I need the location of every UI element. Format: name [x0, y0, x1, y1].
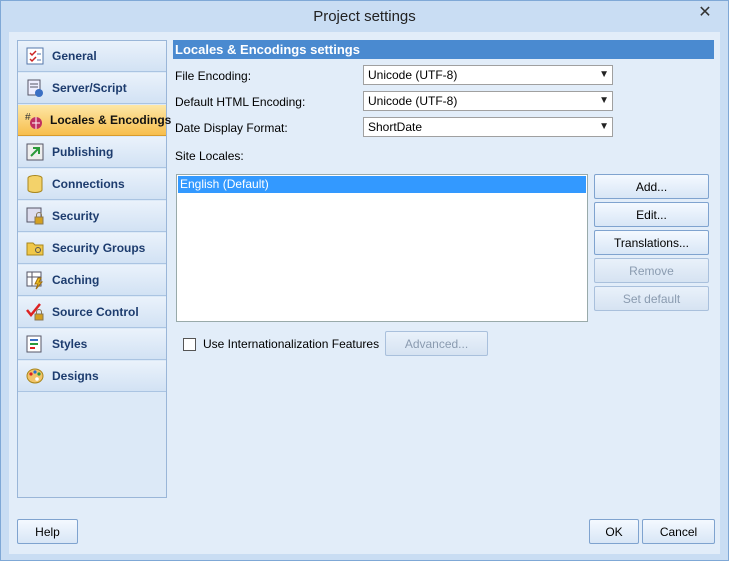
intl-features-checkbox[interactable] [183, 338, 196, 351]
date-format-value: ShortDate [368, 120, 423, 134]
sidebar-item-locales-encodings[interactable]: # Locales & Encodings [18, 105, 171, 136]
ok-button[interactable]: OK [589, 519, 639, 544]
site-locales-list[interactable]: English (Default) [176, 174, 588, 322]
intl-features-label: Use Internationalization Features [203, 337, 380, 351]
html-encoding-value: Unicode (UTF-8) [368, 94, 458, 108]
set-default-button[interactable]: Set default [594, 286, 709, 311]
sidebar-item-security-groups[interactable]: Security Groups [18, 233, 166, 264]
sidebar-item-label: Designs [52, 369, 99, 383]
remove-locale-button[interactable]: Remove [594, 258, 709, 283]
settings-sidebar: General Server/Script # Locales & Encodi… [17, 40, 171, 498]
sidebar-item-caching[interactable]: Caching [18, 265, 166, 296]
file-encoding-select[interactable]: Unicode (UTF-8) ▼ [363, 65, 613, 85]
section-header: Locales & Encodings settings [173, 40, 714, 59]
sidebar-item-designs[interactable]: Designs [18, 361, 166, 392]
sidebar-item-label: Styles [52, 337, 88, 351]
translations-button[interactable]: Translations... [594, 230, 709, 255]
file-encoding-label: File Encoding: [175, 69, 252, 83]
add-locale-button[interactable]: Add... [594, 174, 709, 199]
security-icon [24, 205, 46, 227]
help-button[interactable]: Help [17, 519, 78, 544]
locales-settings-panel: Locales & Encodings settings File Encodi… [173, 40, 714, 496]
html-encoding-select[interactable]: Unicode (UTF-8) ▼ [363, 91, 613, 111]
html-encoding-label: Default HTML Encoding: [175, 95, 306, 109]
publishing-icon [24, 141, 46, 163]
palette-icon [24, 365, 46, 387]
sidebar-item-styles[interactable]: Styles [18, 329, 166, 360]
sidebar-item-label: Locales & Encodings [50, 113, 172, 127]
sidebar-item-label: Connections [52, 177, 125, 191]
sidebar-item-security[interactable]: Security [18, 201, 166, 232]
chevron-down-icon: ▼ [599, 95, 609, 106]
database-icon [24, 173, 46, 195]
svg-text:#: # [25, 112, 31, 123]
sidebar-item-label: General [52, 49, 97, 63]
sidebar-item-server-script[interactable]: Server/Script [18, 73, 166, 104]
sidebar-item-label: Security Groups [52, 241, 146, 255]
sidebar-item-label: Publishing [52, 145, 114, 159]
source-control-icon [24, 301, 46, 323]
server-script-icon [24, 77, 46, 99]
site-locales-label: Site Locales: [175, 149, 244, 163]
chevron-down-icon: ▼ [599, 69, 609, 80]
styles-icon [24, 333, 46, 355]
dialog-client-area: General Server/Script # Locales & Encodi… [9, 32, 720, 554]
list-item[interactable]: English (Default) [178, 176, 586, 193]
date-format-select[interactable]: ShortDate ▼ [363, 117, 613, 137]
file-encoding-value: Unicode (UTF-8) [368, 68, 458, 82]
chevron-down-icon: ▼ [599, 121, 609, 132]
folder-key-icon [24, 237, 46, 259]
sidebar-item-label: Caching [52, 273, 100, 287]
window-title: Project settings [313, 8, 416, 25]
date-format-label: Date Display Format: [175, 121, 288, 135]
project-settings-window: Project settings ✕ General Server/Script… [0, 0, 729, 561]
caching-icon [24, 269, 46, 291]
title-bar[interactable]: Project settings ✕ [1, 1, 728, 32]
advanced-button[interactable]: Advanced... [385, 331, 488, 356]
sidebar-item-publishing[interactable]: Publishing [18, 137, 166, 168]
sidebar-item-general[interactable]: General [18, 41, 166, 72]
close-icon[interactable]: ✕ [688, 2, 722, 22]
edit-locale-button[interactable]: Edit... [594, 202, 709, 227]
locales-icon: # [24, 109, 44, 131]
cancel-button[interactable]: Cancel [642, 519, 715, 544]
sidebar-item-label: Server/Script [52, 81, 127, 95]
sidebar-item-label: Security [52, 209, 100, 223]
sidebar-item-label: Source Control [52, 305, 139, 319]
sidebar-item-connections[interactable]: Connections [18, 169, 166, 200]
checklist-icon [24, 45, 46, 67]
sidebar-item-source-control[interactable]: Source Control [18, 297, 166, 328]
